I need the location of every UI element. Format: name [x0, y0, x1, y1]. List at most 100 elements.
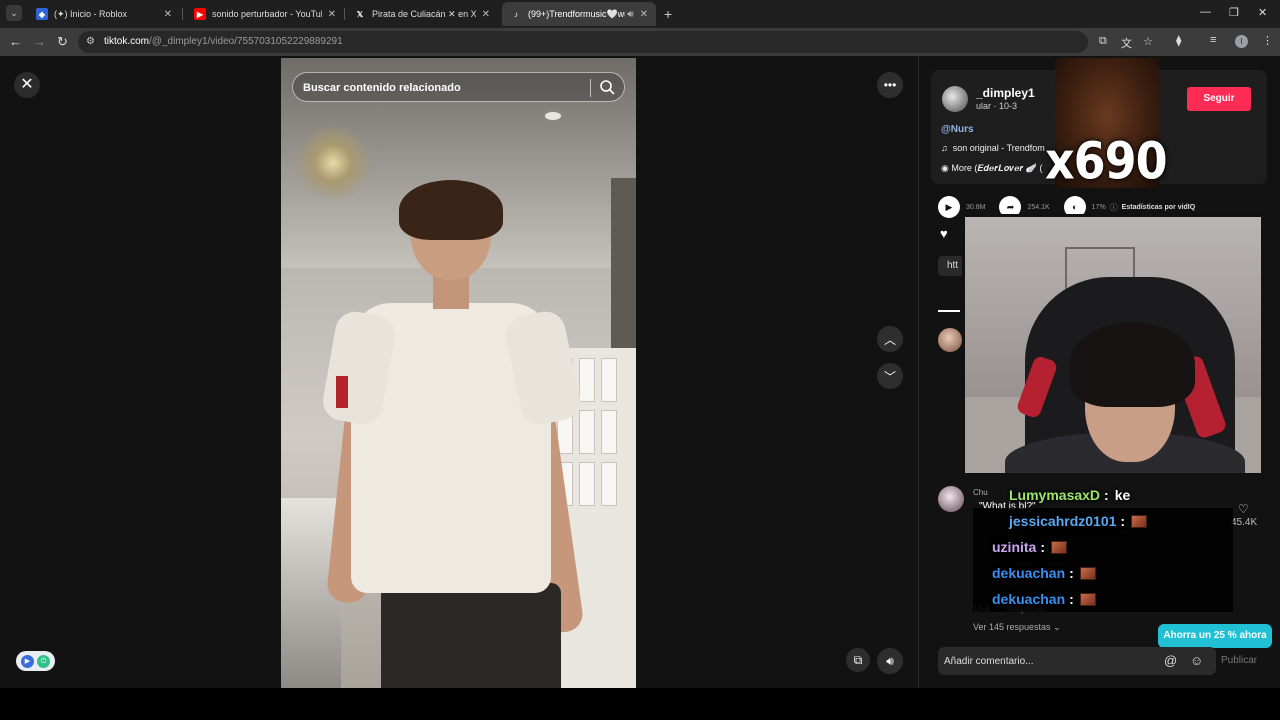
video-player[interactable]	[281, 58, 636, 688]
tab-title: (✦) Inicio - Roblox	[54, 8, 128, 19]
roblox-icon: ◆	[36, 8, 48, 20]
chat-text: ke	[1114, 487, 1131, 503]
more-line[interactable]: ◉ More (𝑬𝒅𝒆𝒓𝑳𝒐𝒗𝒆𝒓 🪽 (	[941, 163, 1043, 174]
person-hair	[399, 180, 503, 240]
commenter-avatar[interactable]	[938, 328, 962, 352]
extension-power-icon: ⏻	[37, 654, 50, 668]
chat-separator: :	[1120, 513, 1126, 529]
commenter-avatar[interactable]	[938, 486, 964, 512]
related-search-input[interactable]	[303, 79, 583, 97]
close-window-icon[interactable]: ✕	[1258, 6, 1267, 19]
back-icon[interactable]: ←	[9, 34, 22, 49]
tab-search-icon[interactable]: ⌄	[6, 5, 22, 21]
address-bar[interactable]: ⚙ tiktok.com/@_dimpley1/video/7557031052…	[78, 31, 1153, 53]
tiktok-icon: ♪	[514, 9, 518, 19]
tab-tiktok[interactable]: ♪ (99+)Trendformusic🤍wu 🔊︎ ✕	[502, 2, 656, 26]
description-mention[interactable]: @Nurs	[941, 124, 974, 135]
chat-separator: :	[1040, 539, 1046, 555]
vidiq-label: Estadísticas por vidIQ	[1121, 203, 1196, 211]
translate-icon[interactable]: 文	[1121, 35, 1132, 51]
link-chip[interactable]: htt	[938, 256, 964, 276]
close-video-button[interactable]: ✕	[14, 72, 40, 98]
extension-play-icon: ▶	[21, 654, 34, 668]
media-control-icon[interactable]: ≡	[1210, 34, 1216, 46]
tab-separator	[344, 8, 345, 20]
site-info-icon[interactable]: ⚙	[86, 36, 95, 47]
tab-title: sonido perturbador - YouTube	[212, 9, 322, 19]
volume-button[interactable]: 🔊︎	[877, 648, 903, 674]
chat-username: uzinita	[992, 539, 1037, 555]
video-ceiling-lamp	[543, 110, 563, 122]
door-pane	[601, 358, 617, 402]
music-note-icon: ♫	[941, 143, 953, 153]
tab-youtube[interactable]: ▶ sonido perturbador - YouTube ✕	[186, 2, 344, 26]
music-line[interactable]: ♫ son original - Trendfom	[941, 143, 1045, 153]
profile-avatar[interactable]: I	[1235, 35, 1248, 48]
more-text: More (𝑬𝒅𝒆𝒓𝑳𝒐𝒗𝒆𝒓 🪽 (	[951, 163, 1043, 173]
miniplayer-button[interactable]: ⧉	[846, 648, 870, 672]
comment-like-count: 45.4K	[1231, 517, 1258, 528]
comment-input[interactable]	[944, 652, 1154, 670]
chat-username: jessicahrdz0101	[1009, 513, 1117, 529]
more-icon: ◉	[941, 163, 952, 173]
bookmark-star-icon[interactable]: ☆	[1143, 35, 1153, 48]
comment-bar[interactable]: @ ☺	[938, 647, 1216, 675]
minimize-icon[interactable]: —	[1200, 6, 1211, 18]
chevron-down-icon: ⌄	[1053, 622, 1061, 632]
author-avatar[interactable]	[942, 86, 968, 112]
tab-roblox[interactable]: ◆ (✦) Inicio - Roblox ✕	[28, 2, 180, 26]
previous-video-button[interactable]: ︿	[877, 326, 903, 352]
chat-message: jessicahrdz0101 :	[973, 508, 1233, 534]
toolbar: ← → ↻ ⚙ tiktok.com/@_dimpley1/video/7557…	[0, 28, 1280, 56]
chat-separator: :	[1069, 565, 1074, 581]
close-tab-icon[interactable]: ✕	[482, 9, 490, 20]
shares-count: 254.1K	[1027, 203, 1050, 211]
info-icon[interactable]: ⓘ	[1110, 202, 1118, 213]
close-tab-icon[interactable]: ✕	[640, 9, 648, 20]
search-icon[interactable]	[599, 79, 615, 95]
comment-like-icon[interactable]: ♡	[1238, 502, 1249, 516]
chat-username: LumymasaxD	[1009, 487, 1101, 503]
chat-emote	[1079, 566, 1096, 580]
follow-button[interactable]: Seguir	[1187, 87, 1251, 111]
chat-username: dekuachan	[992, 565, 1066, 581]
chat-message: LumymasaxD : ke	[973, 482, 1233, 508]
webcam-overlay	[962, 214, 1264, 476]
restore-icon[interactable]: ❐	[1229, 6, 1239, 19]
music-title: son original - Trendfom	[952, 143, 1045, 153]
video-wall	[611, 178, 636, 358]
author-subline: ular · 10-3	[976, 101, 1018, 111]
reload-icon[interactable]: ↻	[57, 34, 68, 50]
speaker-icon[interactable]: 🔊︎	[627, 9, 633, 20]
streamer-hair	[1070, 322, 1195, 407]
close-tab-icon[interactable]: ✕	[164, 9, 172, 20]
extension-badge[interactable]: ▶ ⏻	[16, 651, 55, 671]
stream-chat-overlay: LumymasaxD : ke jessicahrdz0101 : uzinit…	[973, 482, 1233, 612]
close-tab-icon[interactable]: ✕	[328, 9, 336, 20]
url-text[interactable]: tiktok.com/@_dimpley1/video/755703105222…	[104, 36, 343, 47]
publish-button[interactable]: Publicar	[1221, 655, 1257, 666]
view-replies-button[interactable]: Ver 145 respuestas ⌄	[973, 622, 1061, 633]
chat-separator: :	[1104, 487, 1109, 503]
like-heart-icon[interactable]: ♥	[940, 226, 948, 241]
door-pane	[601, 462, 617, 506]
emoji-icon[interactable]: ☺	[1190, 653, 1203, 668]
promo-button[interactable]: Ahorra un 25 % ahora	[1158, 624, 1272, 648]
door-pane	[601, 410, 617, 454]
related-search-box[interactable]	[292, 72, 625, 102]
chat-message: uzinita :	[973, 534, 1233, 560]
new-tab-button[interactable]: +	[664, 6, 672, 22]
door-pane	[579, 358, 595, 402]
more-options-button[interactable]: •••	[877, 72, 903, 98]
next-video-button[interactable]: ﹀	[877, 363, 903, 389]
forward-icon[interactable]: →	[33, 34, 46, 49]
extensions-icon[interactable]: ⧫	[1176, 34, 1181, 47]
menu-kebab-icon[interactable]: ⋮	[1262, 34, 1273, 47]
author-username[interactable]: _dimpley1	[976, 86, 1035, 100]
tab-x[interactable]: 𝕏 Pirata de Culiacán ✕ en X: "Ya le ✕	[346, 2, 498, 26]
chat-emote	[1051, 540, 1068, 554]
mention-icon[interactable]: @	[1164, 653, 1177, 668]
plays-icon: ▶	[938, 196, 960, 218]
install-app-icon[interactable]: ⧉	[1099, 35, 1107, 48]
door-pane	[579, 462, 595, 506]
